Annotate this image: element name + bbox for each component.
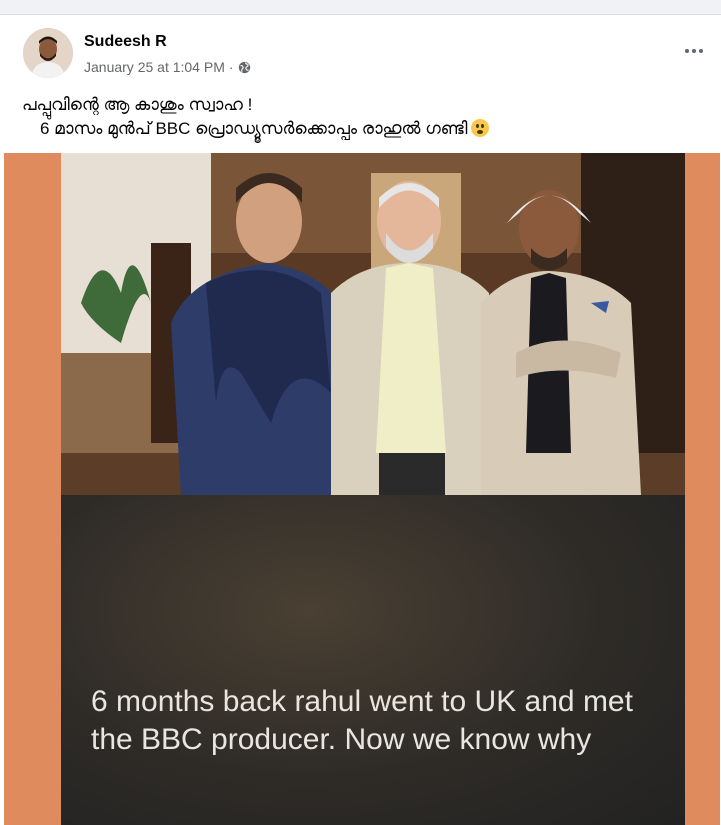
caption-panel: 6 months back rahul went to UK and met t… <box>61 495 685 825</box>
meta-separator: · <box>228 59 234 75</box>
author-avatar[interactable] <box>23 28 73 78</box>
post-text-line-2-text: 6 മാസം മുൻപ് BBC പ്രൊഡ്യൂസർക്കൊപ്പം രാഹു… <box>40 119 468 138</box>
more-options-icon[interactable] <box>679 41 709 61</box>
post-image[interactable]: 6 months back rahul went to UK and met t… <box>4 153 720 825</box>
post-text-line-2: 6 മാസം മുൻപ് BBC പ്രൊഡ്യൂസർക്കൊപ്പം രാഹു… <box>40 119 490 139</box>
image-caption: 6 months back rahul went to UK and met t… <box>91 685 633 756</box>
post-header: Sudeesh R January 25 at 1:04 PM · <box>0 15 721 85</box>
post-timestamp[interactable]: January 25 at 1:04 PM <box>84 59 225 75</box>
author-name[interactable]: Sudeesh R <box>84 33 167 51</box>
photo-illustration <box>61 153 685 495</box>
post-meta: January 25 at 1:04 PM · <box>84 59 251 75</box>
flushed-face-emoji <box>471 119 490 137</box>
post-text-line-1: പപ്പുവിന്റെ ആ കാശും സ്വാഹ ! <box>22 95 253 114</box>
post-card: Sudeesh R January 25 at 1:04 PM · പപ്പുവ… <box>0 14 721 825</box>
avatar-image <box>23 28 73 78</box>
globe-icon[interactable] <box>238 61 251 74</box>
photo <box>61 153 685 495</box>
